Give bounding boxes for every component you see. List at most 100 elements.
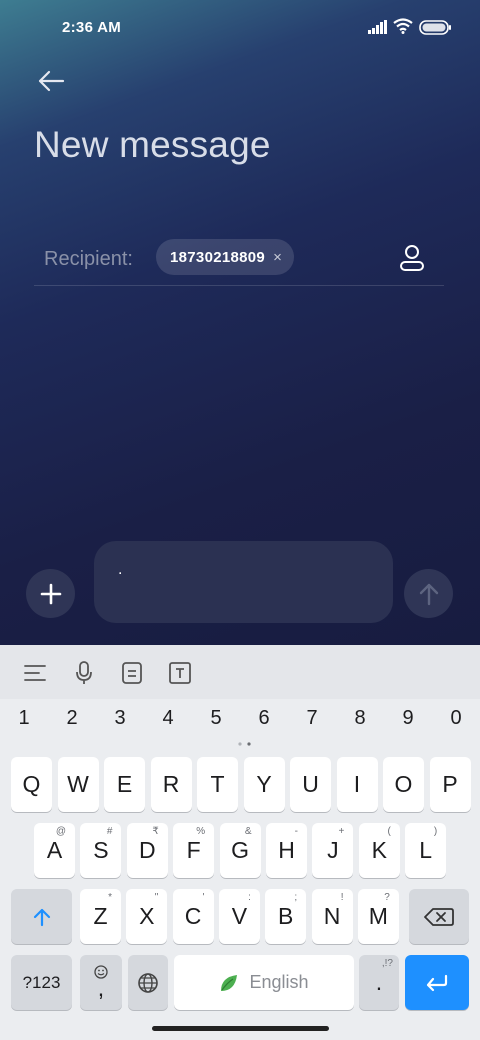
letter-key[interactable]: (K: [358, 823, 400, 878]
key-hint: ₹: [152, 826, 159, 837]
letter-key[interactable]: P: [429, 757, 471, 812]
key-hint: +: [338, 826, 345, 837]
send-button[interactable]: [404, 569, 453, 618]
key-label: R: [162, 771, 180, 797]
letter-key[interactable]: " X: [126, 889, 168, 944]
emoji-comma-key[interactable]: ,: [80, 955, 122, 1010]
key-hint: !: [340, 892, 344, 903]
key-label: C: [184, 903, 202, 929]
letter-key[interactable]: & G: [219, 823, 261, 878]
period-key[interactable]: ,!? .: [359, 955, 399, 1010]
letter-key[interactable]: O: [383, 757, 424, 812]
key-label: H: [278, 837, 295, 863]
language-key[interactable]: [128, 955, 168, 1010]
keyboard-toolbar: [0, 645, 480, 699]
key-label: M: [368, 903, 388, 929]
letter-key[interactable]: * Z: [80, 889, 121, 944]
key-hint: *: [108, 892, 112, 903]
menu-icon[interactable]: [20, 658, 50, 688]
number-key[interactable]: 8: [340, 707, 380, 730]
letter-key[interactable]: T: [197, 757, 238, 812]
letter-key[interactable]: E: [104, 757, 145, 812]
period-hint: ,!?: [381, 958, 393, 969]
key-label: I: [353, 771, 361, 797]
letter-key[interactable]: -H: [266, 823, 307, 878]
key-label: P: [442, 771, 458, 797]
key-label: O: [394, 771, 413, 797]
key-hint: ": [154, 892, 159, 903]
key-hint: ;: [294, 892, 298, 903]
shift-key[interactable]: [11, 889, 72, 944]
number-key[interactable]: 6: [244, 707, 284, 730]
key-label: T: [210, 771, 225, 797]
key-label: U: [302, 771, 319, 797]
letter-key[interactable]: Y: [243, 757, 285, 812]
recipient-field[interactable]: Recipient: 18730218809 ×: [34, 238, 444, 286]
number-key[interactable]: 3: [100, 707, 140, 730]
add-attachment-button[interactable]: [26, 569, 75, 618]
page-title: New message: [34, 124, 271, 165]
number-key[interactable]: 0: [436, 707, 476, 730]
key-hint: #: [106, 826, 113, 837]
recipient-chip-number: 18730218809: [170, 248, 266, 266]
wifi-icon: [393, 18, 413, 34]
letter-key[interactable]: :V: [218, 889, 260, 944]
key-label: A: [46, 837, 63, 863]
key-hint: ): [433, 826, 438, 837]
symbols-key[interactable]: ?123: [11, 955, 72, 1010]
key-hint: @: [55, 826, 66, 837]
period-label: .: [375, 969, 383, 995]
key-label: Y: [256, 771, 272, 797]
status-bar: 2:36 AM: [0, 0, 480, 56]
text-format-icon[interactable]: [165, 658, 195, 688]
number-key[interactable]: 1: [4, 707, 44, 730]
plus-icon: [40, 583, 61, 604]
letter-key[interactable]: ₹ D: [126, 823, 168, 878]
letter-key[interactable]: ) L: [405, 823, 447, 878]
letter-key[interactable]: Q: [11, 757, 52, 812]
letter-key[interactable]: I: [336, 757, 378, 812]
key-label: B: [278, 903, 294, 929]
home-indicator[interactable]: [152, 1026, 329, 1031]
key-hint: ': [202, 892, 205, 903]
backspace-key[interactable]: [409, 889, 469, 944]
key-label: E: [116, 771, 133, 797]
letter-key[interactable]: R: [150, 757, 192, 812]
letter-key[interactable]: # S: [80, 823, 122, 878]
letter-key[interactable]: ? M: [357, 889, 399, 944]
key-label: Q: [22, 771, 41, 797]
clipboard-icon[interactable]: [117, 658, 147, 688]
microphone-icon[interactable]: [69, 658, 99, 688]
recipient-label: Recipient:: [44, 248, 133, 270]
key-label: D: [138, 837, 156, 863]
back-arrow-icon[interactable]: [34, 64, 68, 98]
key-hint: (: [387, 826, 391, 837]
number-key[interactable]: 5: [196, 707, 236, 730]
shift-arrow-icon: [33, 908, 50, 926]
enter-key[interactable]: [405, 955, 469, 1010]
recipient-chip[interactable]: 18730218809 ×: [156, 239, 294, 275]
send-arrow-icon: [419, 583, 438, 605]
letter-key[interactable]: ' C: [172, 889, 214, 944]
letter-key[interactable]: ! N: [311, 889, 353, 944]
space-key[interactable]: English: [174, 955, 354, 1010]
letter-key[interactable]: % F: [173, 823, 215, 878]
key-label: K: [371, 837, 387, 863]
letter-key[interactable]: W: [57, 757, 99, 812]
letter-key[interactable]: ; B: [265, 889, 307, 944]
letter-key[interactable]: U: [290, 757, 331, 812]
number-key[interactable]: 7: [292, 707, 332, 730]
number-key[interactable]: 9: [388, 707, 428, 730]
message-input[interactable]: .: [94, 541, 393, 623]
number-key[interactable]: 2: [52, 707, 92, 730]
letter-key[interactable]: @ A: [34, 823, 75, 878]
key-label: V: [231, 903, 248, 929]
signal-icon: [368, 20, 387, 34]
key-label: L: [419, 837, 433, 863]
letter-key[interactable]: + J: [312, 823, 354, 878]
chip-remove-icon[interactable]: ×: [273, 250, 282, 265]
page-dots-icon: [238, 742, 251, 746]
number-key[interactable]: 4: [148, 707, 188, 730]
contact-picker-icon[interactable]: [396, 242, 428, 274]
key-hint: ?: [384, 892, 390, 903]
